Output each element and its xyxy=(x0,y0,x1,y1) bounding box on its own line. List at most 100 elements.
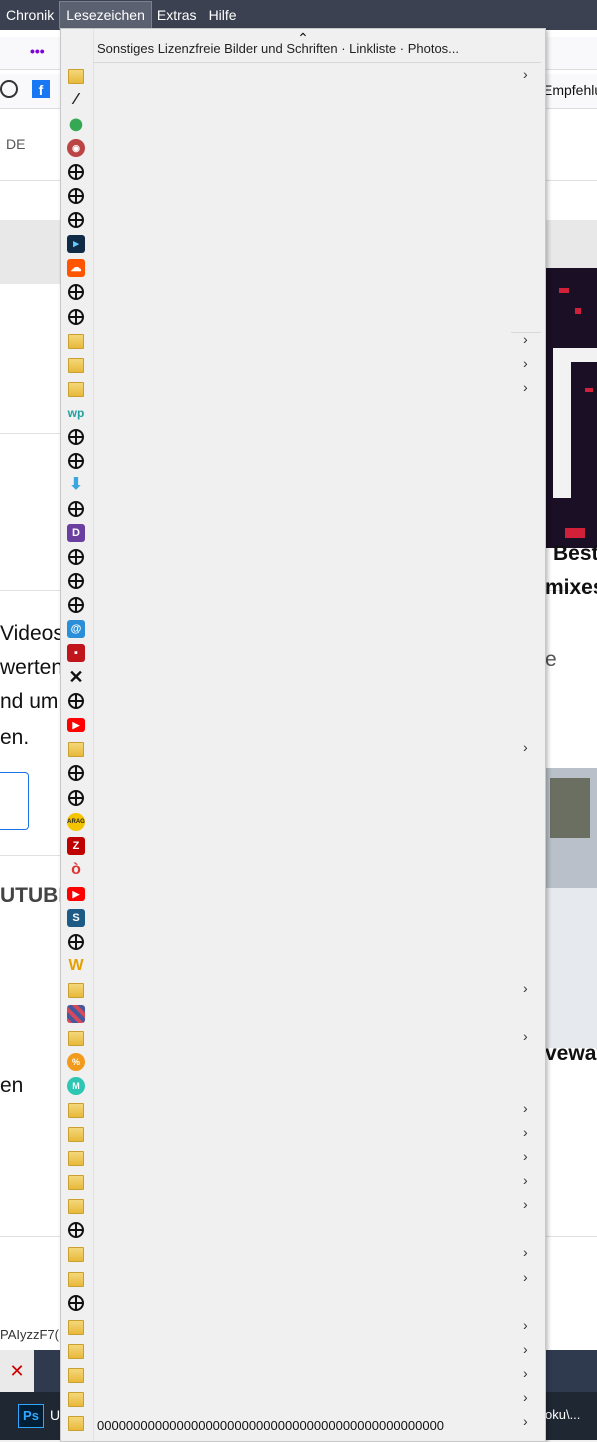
bookmark-item[interactable] xyxy=(61,425,545,449)
bookmark-item[interactable]: W xyxy=(61,954,545,978)
soundcloud-icon: ☁ xyxy=(67,259,85,278)
menu-hilfe[interactable]: Hilfe xyxy=(203,2,243,28)
bookmark-item[interactable]: ◉ xyxy=(61,136,545,160)
taskbar-label[interactable]: U xyxy=(50,1407,60,1423)
empfehlu-text[interactable]: Empfehlu xyxy=(543,82,597,98)
bookmark-item[interactable]: wp xyxy=(61,401,545,425)
bookmark-item[interactable]: Z xyxy=(61,834,545,858)
bookmark-folder-item[interactable]: › xyxy=(61,1267,545,1291)
x-icon: ✕ xyxy=(68,667,84,688)
filezilla-icon: Z xyxy=(67,836,85,855)
globe-icon xyxy=(68,1222,84,1239)
bookmark-folder-item[interactable]: › xyxy=(61,1098,545,1122)
best-text[interactable]: Best xyxy=(553,542,597,566)
bookmark-folder-item[interactable]: › xyxy=(61,1339,545,1363)
bookmark-item[interactable]: @ xyxy=(61,617,545,641)
menu-lesezeichen[interactable]: Lesezeichen xyxy=(59,1,152,29)
bookmark-item[interactable]: M xyxy=(61,1074,545,1098)
more-dots-icon[interactable]: ••• xyxy=(30,43,45,59)
video-thumbnail[interactable] xyxy=(545,268,597,548)
folder-icon xyxy=(68,1319,84,1335)
youtube-icon: ▶ xyxy=(67,886,85,901)
bookmark-item[interactable]: ⬤ xyxy=(61,112,545,136)
chevron-right-icon: › xyxy=(523,66,528,82)
bookmark-folder-item[interactable]: › xyxy=(61,1146,545,1170)
url-preview: PAIyzzF7( xyxy=(0,1327,59,1342)
folder-icon xyxy=(68,1151,84,1167)
chevron-right-icon: › xyxy=(523,1388,528,1405)
en-text-2: en xyxy=(0,1074,24,1097)
bookmark-item[interactable] xyxy=(61,449,545,473)
chevron-right-icon: › xyxy=(523,1196,528,1213)
bookmark-item[interactable] xyxy=(61,545,545,569)
menu-extras[interactable]: Extras xyxy=(151,2,203,28)
bookmark-item[interactable]: ▶ xyxy=(61,882,545,906)
taskbar-right-label[interactable]: oku\... xyxy=(545,1407,580,1422)
menu-header-item[interactable]: Sonstiges Lizenzfreie Bilder und Schrift… xyxy=(97,41,537,61)
wp-icon: wp xyxy=(67,405,85,420)
bookmark-item[interactable]: ✕ xyxy=(61,665,545,689)
bookmark-folder-item[interactable]: › xyxy=(61,377,545,401)
bookmark-item[interactable] xyxy=(61,569,545,593)
folder-icon xyxy=(68,1103,84,1119)
bookmark-item[interactable]: ⁄ xyxy=(61,88,545,112)
bookmark-item[interactable] xyxy=(61,593,545,617)
bookmark-folder-item[interactable]: › xyxy=(61,1122,545,1146)
bookmark-item[interactable]: S xyxy=(61,906,545,930)
cta-button[interactable] xyxy=(0,772,29,830)
bookmark-item[interactable] xyxy=(61,208,545,232)
folder-icon xyxy=(68,1367,84,1383)
bookmark-item[interactable]: % xyxy=(61,1050,545,1074)
bookmark-folder-item[interactable]: › xyxy=(61,64,545,88)
bookmark-item[interactable] xyxy=(61,1291,545,1315)
photoshop-icon[interactable]: Ps xyxy=(18,1404,44,1428)
bookmark-item[interactable] xyxy=(61,930,545,954)
facebook-icon[interactable]: f xyxy=(32,80,50,98)
bookmark-item[interactable] xyxy=(61,280,545,304)
bookmark-folder-item[interactable]: › xyxy=(61,1170,545,1194)
bookmark-item[interactable]: ▸ xyxy=(61,232,545,256)
bookmark-item[interactable] xyxy=(61,1002,545,1026)
bookmark-folder-item[interactable]: › xyxy=(61,737,545,761)
e-text: e xyxy=(545,648,557,671)
bookmark-folder-item[interactable]: › xyxy=(61,329,545,353)
bookmark-folder-item[interactable]: › xyxy=(61,1242,545,1266)
snow-thumbnail[interactable] xyxy=(545,768,597,1048)
bookmark-item[interactable] xyxy=(61,184,545,208)
bookmark-item[interactable] xyxy=(61,497,545,521)
folder-icon xyxy=(68,1415,84,1431)
bookmark-item[interactable] xyxy=(61,786,545,810)
bookmark-folder-item[interactable]: › xyxy=(61,1026,545,1050)
maps-pin-icon: ⬤ xyxy=(69,117,83,132)
bookmark-item[interactable]: ARAG xyxy=(61,810,545,834)
s-logo-icon: S xyxy=(67,908,85,927)
bookmark-folder-item[interactable]: › xyxy=(61,978,545,1002)
menu-chronik[interactable]: Chronik xyxy=(0,2,60,28)
bookmark-item[interactable] xyxy=(61,689,545,713)
close-tab-icon[interactable]: ✕ xyxy=(0,1350,34,1392)
globe-icon xyxy=(68,284,84,301)
bookmark-folder-item[interactable]: › xyxy=(61,1194,545,1218)
bookmark-item[interactable]: ▶ xyxy=(61,713,545,737)
bookmark-item[interactable]: ⬇ xyxy=(61,473,545,497)
veway-text[interactable]: veway xyxy=(545,1042,597,1066)
bookmark-item[interactable] xyxy=(61,305,545,329)
bookmark-item[interactable] xyxy=(61,761,545,785)
globe-icon[interactable] xyxy=(0,80,18,98)
bookmark-folder-item[interactable]: › xyxy=(61,353,545,377)
bookmark-item[interactable]: D xyxy=(61,521,545,545)
globe-icon xyxy=(68,573,84,590)
bookmark-item[interactable] xyxy=(61,1218,545,1242)
mixes-text[interactable]: mixes xyxy=(545,576,597,600)
bookmark-folder-item[interactable]: › xyxy=(61,1363,545,1387)
bookmark-item[interactable]: ☁ xyxy=(61,256,545,280)
stripes-icon xyxy=(67,1004,85,1023)
bookmark-folder-item[interactable]: › xyxy=(61,1315,545,1339)
folder-icon xyxy=(68,1199,84,1215)
bookmark-folder-item[interactable]: › xyxy=(61,1411,545,1435)
bookmark-item[interactable]: ▪ xyxy=(61,641,545,665)
bookmark-item[interactable] xyxy=(61,160,545,184)
folder-icon xyxy=(68,982,84,998)
bookmark-folder-item[interactable]: › xyxy=(61,1387,545,1411)
bookmark-item[interactable]: ò xyxy=(61,858,545,882)
